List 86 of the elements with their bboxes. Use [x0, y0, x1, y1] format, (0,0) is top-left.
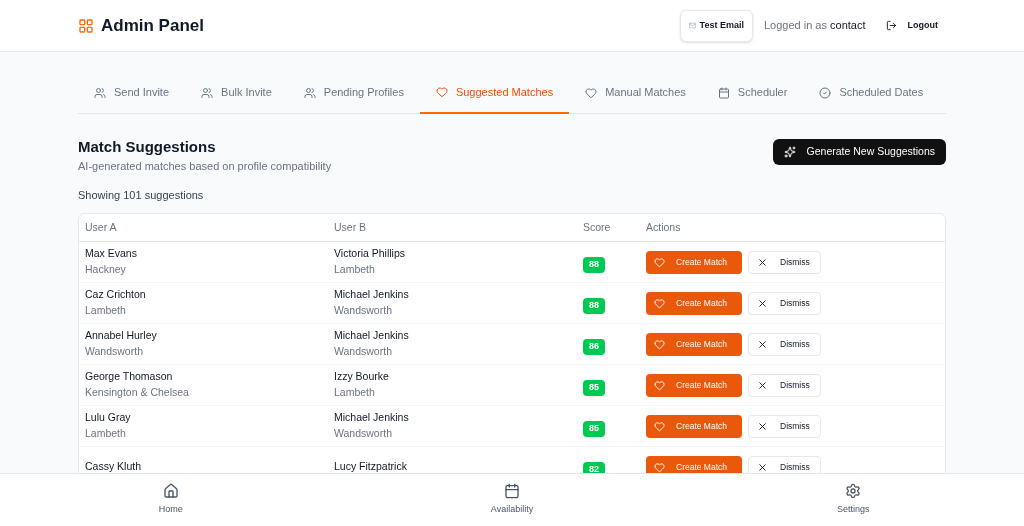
nav-item[interactable]: Settings: [682, 474, 1024, 526]
user-location: Lambeth: [85, 426, 126, 441]
user-name: Victoria Phillips: [334, 246, 405, 262]
heart-icon: [585, 86, 598, 99]
settings-icon: [845, 483, 862, 500]
logout-button[interactable]: Logout: [885, 18, 938, 33]
dismiss-button[interactable]: Dismiss: [748, 291, 821, 315]
tab[interactable]: Send Invite: [78, 72, 186, 113]
create-match-button[interactable]: Create Match: [646, 332, 742, 356]
score-badge: 86: [583, 339, 605, 355]
heart-icon: [654, 256, 665, 268]
user-name: Caz Crichton: [85, 287, 146, 303]
create-match-button[interactable]: Create Match: [646, 455, 742, 473]
dismiss-button[interactable]: Dismiss: [748, 373, 821, 397]
users-icon: [94, 86, 106, 99]
users-icon: [303, 86, 316, 99]
score-badge: 85: [583, 380, 605, 396]
user-location: Kensington & Chelsea: [85, 385, 189, 400]
calendar-icon: [717, 86, 730, 99]
user-name: Michael Jenkins: [334, 328, 409, 344]
column-header: Actions: [646, 219, 681, 235]
column-header: Score: [583, 219, 611, 235]
user-name: Annabel Hurley: [85, 328, 157, 344]
user-name: Lucy Fitzpatrick: [334, 459, 407, 473]
user-name: Izzy Bourke: [334, 369, 389, 385]
close-icon: [757, 461, 768, 473]
create-match-button[interactable]: Create Match: [646, 414, 742, 438]
nav-item[interactable]: Home: [0, 474, 342, 526]
logged-in-text: Logged in as contact: [763, 18, 866, 34]
dismiss-button[interactable]: Dismiss: [748, 250, 821, 274]
close-icon: [757, 379, 768, 391]
app-title: Admin Panel: [101, 14, 204, 37]
calendar-icon: [504, 483, 520, 500]
tab[interactable]: Manual Matches: [569, 72, 702, 113]
score-badge: 85: [583, 421, 605, 437]
user-location: Wandsworth: [334, 303, 392, 318]
score-badge: 88: [583, 298, 605, 314]
user-name: Max Evans: [85, 246, 137, 262]
create-match-button[interactable]: Create Match: [646, 291, 742, 315]
close-icon: [757, 297, 768, 309]
test-email-button[interactable]: Test Email: [679, 9, 753, 42]
nav-item[interactable]: Availability: [341, 474, 683, 526]
user-location: Wandsworth: [334, 344, 392, 359]
users-icon: [201, 86, 214, 99]
user-location: Lambeth: [85, 303, 126, 318]
dismiss-button[interactable]: Dismiss: [748, 455, 821, 473]
grid-icon: [78, 17, 94, 34]
section-subtitle: AI-generated matches based on profile compatibility: [78, 158, 332, 173]
create-match-button[interactable]: Create Match: [646, 373, 742, 397]
heart-icon: [654, 338, 665, 350]
user-name: Cassy Kluth: [85, 459, 142, 473]
close-icon: [757, 420, 768, 432]
user-name: Michael Jenkins: [334, 410, 409, 426]
column-header: User A: [85, 219, 117, 235]
create-match-button[interactable]: Create Match: [646, 250, 742, 274]
user-location: Lambeth: [334, 385, 375, 400]
tab[interactable]: Pending Profiles: [287, 72, 420, 113]
tab[interactable]: Bulk Invite: [185, 72, 288, 113]
user-location: Hackney: [85, 262, 126, 277]
sparkle-icon: [783, 146, 796, 158]
user-name: Michael Jenkins: [334, 287, 409, 303]
check-circle-icon: [819, 86, 832, 99]
close-icon: [757, 338, 768, 350]
logout-icon: [885, 20, 897, 31]
user-location: Wandsworth: [334, 426, 392, 441]
heart-icon: [654, 379, 665, 391]
user-name: George Thomason: [85, 369, 173, 385]
user-location: Wandsworth: [85, 344, 143, 359]
heart-icon: [654, 297, 665, 309]
dismiss-button[interactable]: Dismiss: [748, 414, 821, 438]
close-icon: [757, 256, 768, 268]
dismiss-button[interactable]: Dismiss: [748, 332, 821, 356]
mail-icon: [688, 22, 696, 29]
home-icon: [162, 483, 179, 500]
user-name: Lulu Gray: [85, 410, 131, 426]
score-badge: 88: [583, 257, 605, 273]
section-title: Match Suggestions: [78, 137, 217, 157]
generate-suggestions-button[interactable]: Generate New Suggestions: [772, 139, 946, 165]
suggestion-count: Showing 101 suggestions: [78, 187, 204, 203]
user-location: Lambeth: [334, 262, 375, 277]
heart-icon: [654, 420, 665, 432]
tab[interactable]: Scheduler: [701, 72, 804, 113]
tab[interactable]: Scheduled Dates: [803, 72, 940, 113]
tab[interactable]: Suggested Matches: [419, 72, 570, 114]
heart-icon: [435, 86, 448, 98]
column-header: User B: [334, 219, 367, 235]
